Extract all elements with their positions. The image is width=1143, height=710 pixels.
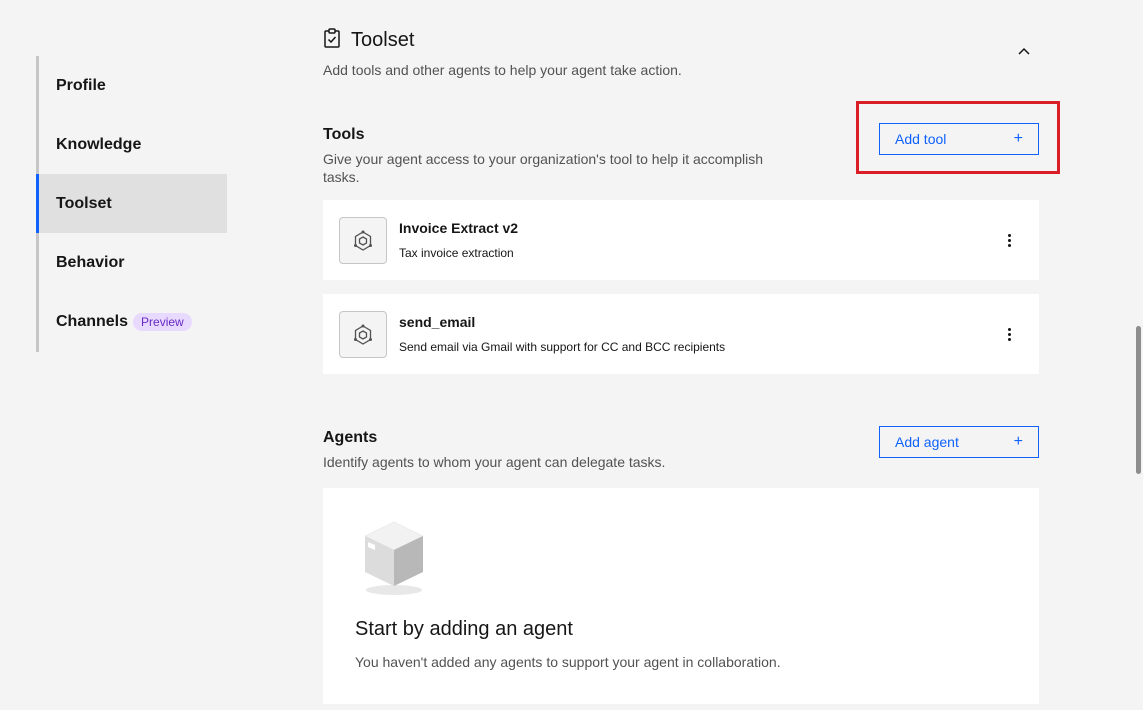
section-header: Toolset xyxy=(323,28,414,53)
tools-title: Tools xyxy=(323,126,365,143)
overflow-menu-icon[interactable] xyxy=(1003,324,1015,344)
agents-title: Agents xyxy=(323,429,378,446)
sidebar-item-profile[interactable]: Profile xyxy=(39,56,227,115)
sidebar-item-label: Behavior xyxy=(56,253,125,271)
tool-name: Invoice Extract v2 xyxy=(399,220,519,236)
overflow-menu-icon[interactable] xyxy=(1003,230,1015,250)
empty-state-title: Start by adding an agent xyxy=(355,618,573,640)
agents-description: Identify agents to whom your agent can d… xyxy=(323,454,666,470)
add-agent-label: Add agent xyxy=(895,434,959,450)
tool-hex-icon xyxy=(339,217,387,264)
scrollbar-thumb[interactable] xyxy=(1136,326,1141,474)
clipboard-check-icon xyxy=(323,28,341,53)
sidebar-item-behavior[interactable]: Behavior xyxy=(39,233,227,292)
sidebar-item-label: Profile xyxy=(56,76,106,94)
section-description: Add tools and other agents to help your … xyxy=(323,62,682,78)
tool-hex-icon xyxy=(339,311,387,358)
section-title: Toolset xyxy=(351,29,415,51)
chevron-up-icon[interactable] xyxy=(1013,40,1035,62)
sidebar-item-label: Knowledge xyxy=(56,135,142,153)
tool-description: Send email via Gmail with support for CC… xyxy=(399,340,726,354)
tools-description: Give your agent access to your organizat… xyxy=(323,151,764,185)
empty-box-illustration xyxy=(359,518,429,603)
tool-description: Tax invoice extraction xyxy=(399,246,514,260)
preview-badge: Preview xyxy=(133,312,192,331)
sidebar-item-knowledge[interactable]: Knowledge xyxy=(39,115,227,174)
empty-state-description: You haven't added any agents to support … xyxy=(355,654,781,670)
sidebar-item-label: Channels xyxy=(56,312,129,330)
sidebar-item-channels[interactable]: Channels Preview xyxy=(39,292,227,351)
add-agent-button[interactable]: Add agent + xyxy=(879,426,1039,458)
agents-empty-state: Start by adding an agent You haven't add… xyxy=(323,488,1039,704)
sidebar-item-toolset[interactable]: Toolset xyxy=(36,174,227,233)
tool-card[interactable]: Invoice Extract v2 Tax invoice extractio… xyxy=(323,200,1039,280)
plus-icon: + xyxy=(1013,433,1023,450)
sidebar-item-label: Toolset xyxy=(56,194,112,212)
highlight-box xyxy=(856,101,1060,174)
sidebar-nav: Profile Knowledge Toolset Behavior Chann… xyxy=(36,56,227,352)
tool-name: send_email xyxy=(399,314,476,330)
tool-card[interactable]: send_email Send email via Gmail with sup… xyxy=(323,294,1039,374)
